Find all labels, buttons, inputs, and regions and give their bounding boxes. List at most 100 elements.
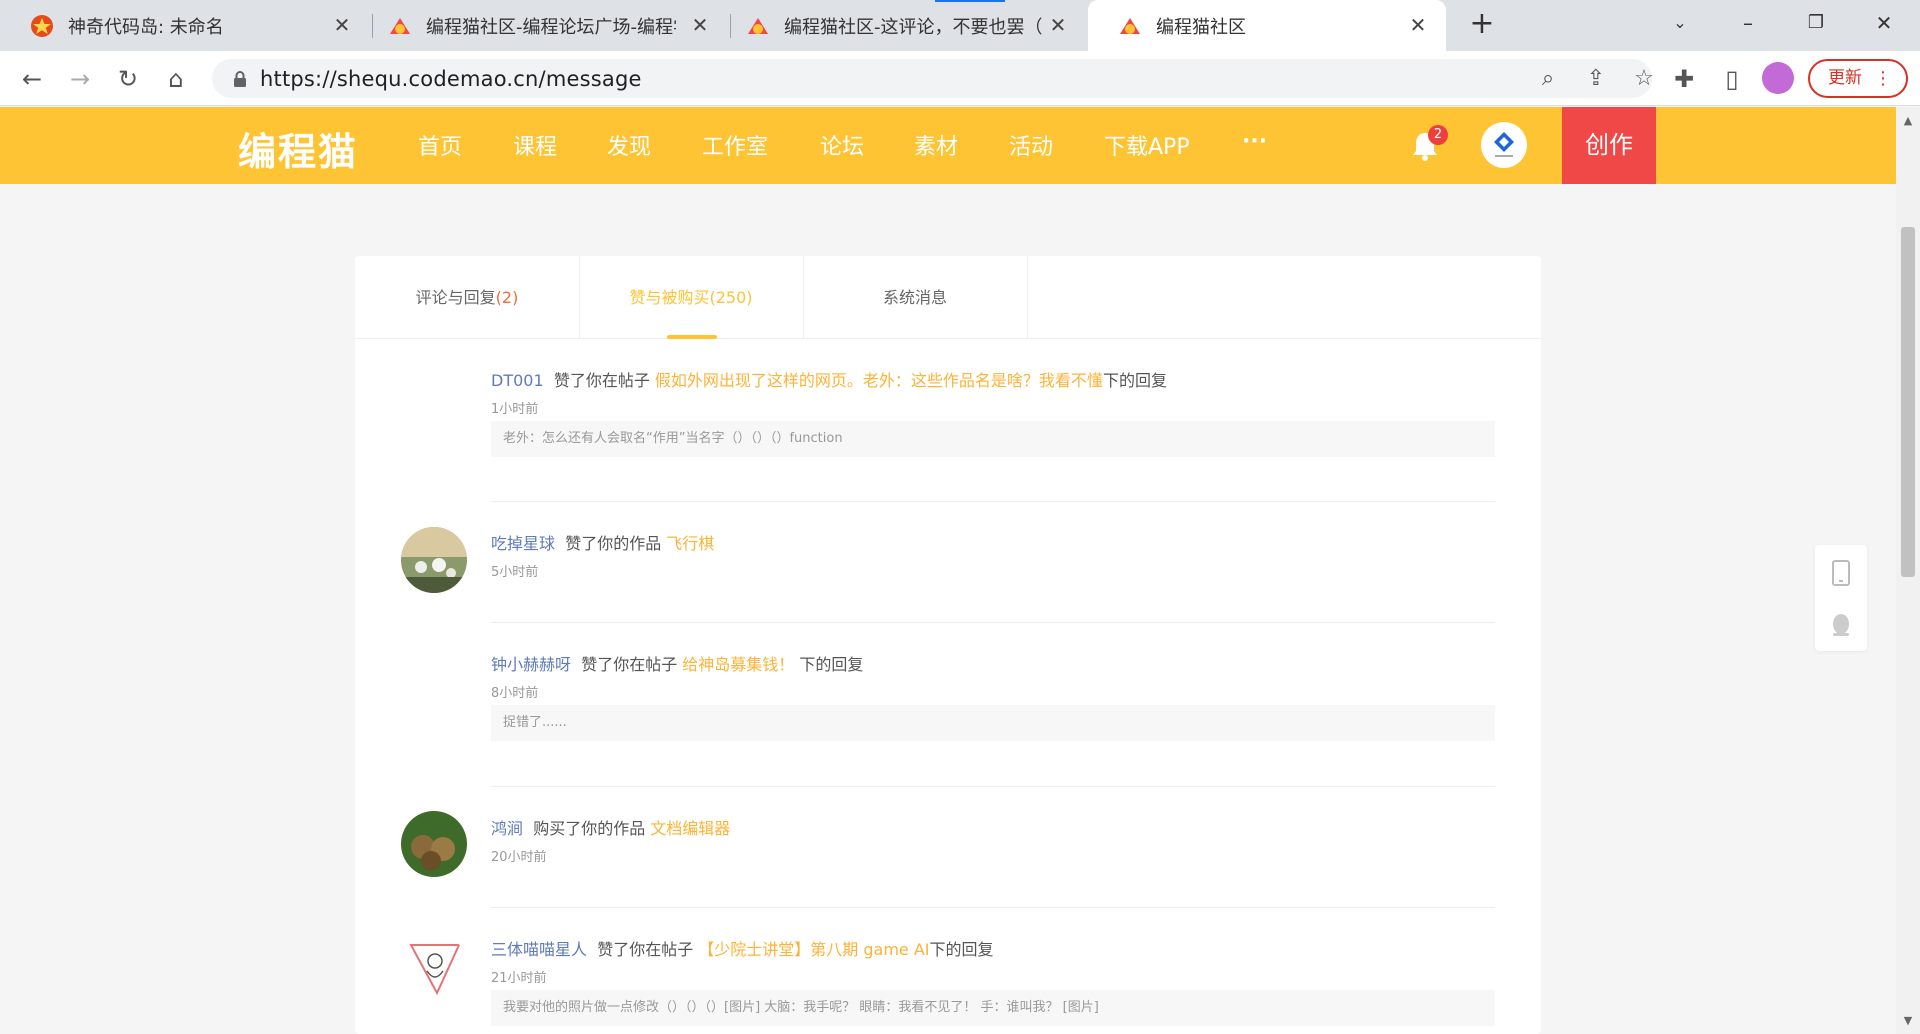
message-text: DT001 赞了你在帖子 假如外网出现了这样的网页。老外：这些作品名是啥？我看不… [491, 367, 1167, 391]
nav-more[interactable]: ··· [1242, 129, 1267, 154]
qq-penguin-icon[interactable] [1829, 611, 1853, 639]
avatar[interactable] [401, 811, 467, 877]
tab-likes-purchases[interactable]: 赞与被购买(250) [579, 256, 804, 339]
browser-tab-3[interactable]: 编程猫社区-这评论，不要也罢（ ✕ [716, 0, 1086, 51]
nav-events[interactable]: 活动 [1009, 129, 1053, 161]
message-username[interactable]: 吃掉星球 [491, 534, 555, 553]
create-button[interactable]: 创作 [1562, 107, 1656, 184]
codeisland-favicon-icon [31, 14, 53, 37]
tab-label: 评论与回复 [415, 288, 496, 307]
message-quote: 老外：怎么还有人会取名“作用”当名字（）（）（）function [491, 421, 1495, 457]
message-time: 20小时前 [491, 850, 547, 865]
close-icon[interactable]: ✕ [330, 13, 354, 37]
user-avatar[interactable] [1481, 122, 1527, 168]
message-action: 赞了你在帖子 [581, 655, 678, 674]
message-time: 8小时前 [491, 686, 539, 701]
nav-discover[interactable]: 发现 [607, 129, 651, 161]
message-action: 赞了你在帖子 [597, 940, 694, 959]
message-item: 钟小赫赫呀 赞了你在帖子 给神岛募集钱！ 下的回复 8小时前 捉错了...... [355, 623, 1541, 787]
message-quote: 我要对他的照片做一点修改（）（）（）[图片] 大脑：我手呢？ 眼睛：我看不见了！… [491, 990, 1495, 1026]
extensions-puzzle-icon[interactable]: ✚ [1668, 63, 1700, 95]
minimize-button[interactable]: – [1728, 8, 1768, 38]
message-action: 购买了你的作品 [533, 819, 646, 838]
new-tab-button[interactable]: + [1466, 9, 1498, 41]
bookmark-star-icon[interactable]: ☆ [1628, 63, 1660, 95]
message-action: 赞了你在帖子 [553, 371, 650, 390]
home-icon[interactable]: ⌂ [160, 63, 192, 95]
site-header: 编程猫 首页 课程 发现 工作室 论坛 素材 活动 下载APP ··· 2 创作 [0, 107, 1896, 184]
tab-comments-replies[interactable]: 评论与回复(2) [355, 256, 580, 339]
message-suffix: 下的回复 [1102, 371, 1167, 390]
nav-studio[interactable]: 工作室 [702, 129, 768, 161]
nav-materials[interactable]: 素材 [914, 129, 958, 161]
forward-button[interactable]: → [64, 63, 96, 95]
update-button[interactable]: 更新 ⋮ [1808, 59, 1908, 98]
codemao-favicon-icon [390, 17, 410, 34]
browser-tab-4-active[interactable]: 编程猫社区 ✕ [1088, 0, 1446, 51]
address-bar[interactable]: https://shequ.codemao.cn/message ⌕ ⇪ ☆ [212, 59, 1654, 98]
side-panel-icon[interactable]: ▯ [1716, 63, 1748, 95]
browser-tab-strip: 神奇代码岛: 未命名 ✕ 编程猫社区-编程论坛广场-编程学 ✕ 编程猫社区-这评… [0, 0, 1920, 51]
restore-button[interactable]: ❐ [1796, 8, 1836, 38]
tab-label: 系统消息 [882, 288, 947, 307]
tab-title: 编程猫社区-编程论坛广场-编程学 [426, 16, 676, 38]
floating-side-panel [1815, 545, 1867, 651]
tab-label: 赞与被购买 [629, 288, 710, 307]
mobile-phone-icon[interactable] [1829, 559, 1853, 587]
messages-card: 评论与回复(2) 赞与被购买(250) 系统消息 DT001 赞了你在帖子 假如… [355, 256, 1541, 1034]
flowers-avatar-image [401, 527, 467, 593]
message-target-link[interactable]: 【少院士讲堂】第八期 game AI [698, 940, 929, 959]
message-username[interactable]: 鸿涧 [491, 819, 523, 838]
message-tabs: 评论与回复(2) 赞与被购买(250) 系统消息 [355, 256, 1541, 339]
reload-button[interactable]: ↻ [112, 63, 144, 95]
scrollbar-thumb[interactable] [1901, 227, 1915, 577]
tab-count: (250) [709, 288, 753, 307]
message-target-link[interactable]: 文档编辑器 [650, 819, 730, 838]
nav-download-app[interactable]: 下载APP [1104, 129, 1190, 161]
site-logo[interactable]: 编程猫 [238, 121, 358, 176]
tab-title: 编程猫社区-这评论，不要也罢（ [784, 16, 1043, 38]
message-target-link[interactable]: 飞行棋 [666, 534, 714, 553]
avatar[interactable] [401, 527, 467, 593]
message-target-link[interactable]: 假如外网出现了这样的网页。老外：这些作品名是啥？我看不懂 [655, 371, 1103, 390]
message-item: 三体喵喵星人 赞了你在帖子 【少院士讲堂】第八期 game AI下的回复 21小… [355, 908, 1541, 1034]
message-quote: 捉错了...... [491, 705, 1495, 741]
tab-count: (2) [495, 288, 519, 307]
tab-search-chevron-icon[interactable]: ⌄ [1660, 8, 1700, 38]
nav-forum[interactable]: 论坛 [820, 129, 864, 161]
message-username[interactable]: 钟小赫赫呀 [491, 655, 571, 674]
page-scrollbar[interactable]: ▲ ▼ [1896, 107, 1920, 1034]
share-icon[interactable]: ⇪ [1580, 63, 1612, 95]
message-username[interactable]: 三体喵喵星人 [491, 940, 587, 959]
browser-toolbar: ← → ↻ ⌂ https://shequ.codemao.cn/message… [0, 51, 1920, 106]
back-button[interactable]: ← [16, 63, 48, 95]
message-suffix: 下的回复 [929, 940, 994, 959]
message-text: 鸿涧 购买了你的作品 文档编辑器 [491, 815, 730, 839]
profile-avatar[interactable] [1762, 62, 1794, 94]
nav-home[interactable]: 首页 [418, 129, 462, 161]
browser-tab-1[interactable]: 神奇代码岛: 未命名 ✕ [0, 0, 370, 51]
close-icon[interactable]: ✕ [688, 13, 712, 37]
tab-system-messages[interactable]: 系统消息 [803, 256, 1028, 339]
nav-courses[interactable]: 课程 [513, 129, 557, 161]
url-text: https://shequ.codemao.cn/message [260, 67, 642, 91]
lock-icon [234, 71, 246, 87]
notification-badge: 2 [1428, 125, 1448, 145]
message-target-link[interactable]: 给神岛募集钱！ [682, 655, 794, 674]
message-text: 吃掉星球 赞了你的作品 飞行棋 [491, 530, 714, 554]
close-window-button[interactable]: ✕ [1864, 8, 1904, 38]
zoom-icon[interactable]: ⌕ [1532, 63, 1564, 95]
kebab-menu-icon[interactable]: ⋮ [1874, 61, 1892, 96]
message-action: 赞了你的作品 [565, 534, 662, 553]
avatar[interactable] [401, 933, 467, 999]
close-icon[interactable]: ✕ [1406, 13, 1430, 37]
codemao-favicon-icon [748, 17, 768, 34]
scroll-up-arrow-icon[interactable]: ▲ [1902, 115, 1914, 127]
message-text: 钟小赫赫呀 赞了你在帖子 给神岛募集钱！ 下的回复 [491, 651, 863, 675]
browser-tab-2[interactable]: 编程猫社区-编程论坛广场-编程学 ✕ [358, 0, 728, 51]
tab-loading-indicator [935, 0, 1005, 2]
message-time: 1小时前 [491, 402, 539, 417]
close-icon[interactable]: ✕ [1046, 13, 1070, 37]
scroll-down-arrow-icon[interactable]: ▼ [1902, 1015, 1914, 1027]
message-username[interactable]: DT001 [491, 371, 544, 390]
